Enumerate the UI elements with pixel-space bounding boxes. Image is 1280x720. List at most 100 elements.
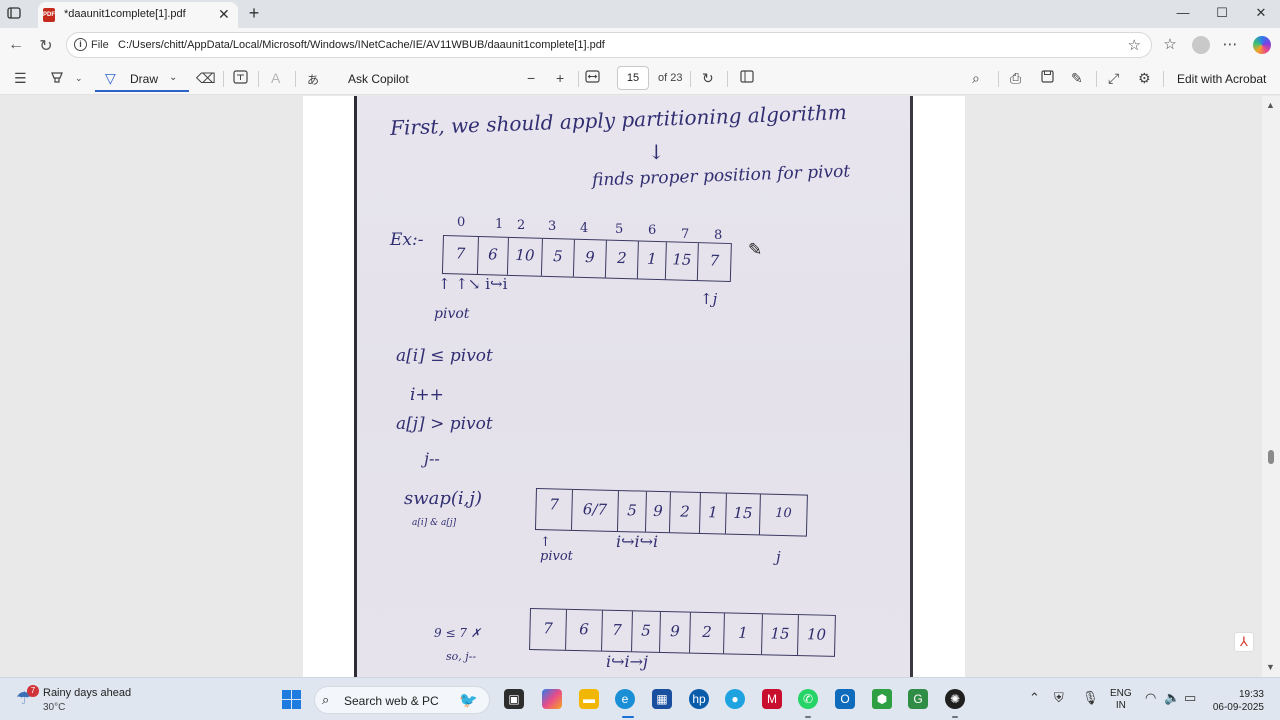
minimize-button[interactable]: — <box>1168 4 1198 22</box>
translate-icon[interactable]: あ <box>307 71 319 88</box>
battery-icon[interactable]: ▭ <box>1184 690 1196 706</box>
favorites-icon[interactable]: ☆ <box>1159 35 1181 53</box>
file-explorer-icon[interactable]: ▬ <box>579 689 599 709</box>
zoom-out-button[interactable]: − <box>527 70 535 86</box>
pdf-toolbar: ☰ ⌄ ▽ Draw ⌄ ⌫ A あ Ask Copilot − + 15 of… <box>0 62 1280 95</box>
array-cell: 10 <box>507 237 543 276</box>
tab-pdf[interactable]: PDF *daaunit1complete[1].pdf ✕ <box>38 2 238 28</box>
draw-button[interactable]: ▽ Draw ⌄ <box>95 66 189 92</box>
divider <box>727 71 728 87</box>
array-cell: 15 <box>665 242 699 281</box>
edge-browser-icon[interactable]: e <box>615 689 635 709</box>
clock[interactable]: 19:33 06-09-2025 <box>1204 688 1264 714</box>
favorite-star-icon[interactable]: ☆ <box>1128 36 1141 54</box>
taskbar-search[interactable]: ⌕ Search web & PC 🐦 <box>314 686 490 714</box>
eraser-icon[interactable]: ⌫ <box>196 70 216 87</box>
cube-app-icon[interactable]: ⬢ <box>872 689 892 709</box>
back-icon[interactable]: ← <box>5 36 27 54</box>
array-cell: 2 <box>669 492 701 534</box>
search-icon: ⌕ <box>322 692 330 707</box>
start-button[interactable] <box>282 690 301 709</box>
array-row-3: 7 6 7 5 9 2 1 15 10 <box>529 608 836 657</box>
scroll-down-icon[interactable]: ▼ <box>1266 662 1275 672</box>
array-row-2: 7 6/7 5 9 2 1 15 10 <box>534 488 808 537</box>
array-cell: 9 <box>645 491 671 533</box>
swap-sub-label: a[i] & a[j] <box>412 518 457 528</box>
ask-copilot-button[interactable]: Ask Copilot <box>348 72 409 86</box>
note-line-partitioning: First, we should apply partitioning algo… <box>389 100 848 140</box>
outlook-icon[interactable]: O <box>835 689 855 709</box>
array-cell: 6/7 <box>571 489 619 532</box>
whatsapp-icon[interactable]: ✆ <box>798 689 818 709</box>
scrollbar-thumb[interactable] <box>1268 450 1274 464</box>
contents-icon[interactable]: ☰ <box>14 70 27 87</box>
highlight-icon[interactable] <box>50 70 64 87</box>
save-icon[interactable] <box>1041 70 1054 86</box>
chatgpt-bubble-icon[interactable]: ● <box>725 689 745 709</box>
tray-security-icon[interactable]: ⛨ <box>1054 690 1064 706</box>
acrobat-icon[interactable]: ⅄ <box>1234 632 1254 652</box>
copilot-icon[interactable] <box>1253 36 1271 54</box>
tab-actions-icon[interactable] <box>6 5 26 23</box>
copilot-app-icon[interactable] <box>542 689 562 709</box>
swap-label: swap(i,j) <box>404 488 483 509</box>
page-number-input[interactable]: 15 <box>617 66 649 90</box>
zoom-in-button[interactable]: + <box>556 70 564 86</box>
chevron-down-icon: ⌄ <box>169 72 178 83</box>
refresh-icon[interactable]: ↻ <box>35 36 57 56</box>
pivot-label: pivot <box>434 306 470 322</box>
read-aloud-icon[interactable]: A <box>271 70 280 86</box>
array-cell: 5 <box>541 238 575 277</box>
hp-icon[interactable]: hp <box>689 689 709 709</box>
gfg-icon[interactable]: G <box>908 689 928 709</box>
array-cell: 1 <box>724 613 763 655</box>
array-cell: 7 <box>535 489 573 530</box>
array-cell: 1 <box>699 493 727 534</box>
new-tab-button[interactable]: + <box>244 3 264 24</box>
url-text[interactable]: C:/Users/chitt/AppData/Local/Microsoft/W… <box>118 39 605 51</box>
wifi-icon[interactable]: ◠ <box>1145 690 1156 706</box>
vertical-scrollbar[interactable]: ▲ ▼ <box>1262 96 1280 677</box>
save-as-icon[interactable]: ✎ <box>1071 70 1083 87</box>
search-icon[interactable]: ⌕ <box>972 70 980 87</box>
profile-avatar[interactable] <box>1192 36 1210 54</box>
scroll-up-icon[interactable]: ▲ <box>1266 100 1275 110</box>
weather-title[interactable]: Rainy days ahead <box>43 687 131 699</box>
print-icon[interactable]: ⎙ <box>1010 70 1021 87</box>
microphone-icon[interactable]: 🎙 <box>1082 690 1099 706</box>
index-label: 7 <box>681 227 690 242</box>
rule-j-decrement: j-- <box>424 449 440 468</box>
info-icon[interactable]: i <box>74 38 87 51</box>
tray-overflow-icon[interactable]: ⌃ <box>1029 690 1040 706</box>
pointer-marks: i↪i→j <box>606 652 649 671</box>
pdf-file-icon: PDF <box>43 8 55 22</box>
array-cell: 5 <box>617 491 647 532</box>
volume-icon[interactable]: 🔈 <box>1164 690 1180 706</box>
lang-bottom: IN <box>1115 700 1126 711</box>
pen-cursor-icon: ✎ <box>748 240 763 259</box>
language-indicator[interactable]: ENG IN <box>1110 688 1132 712</box>
rotate-icon[interactable]: ↻ <box>702 70 714 87</box>
mcafee-icon[interactable]: M <box>762 689 782 709</box>
store-icon[interactable]: ▦ <box>652 689 672 709</box>
array-cell: 9 <box>660 611 691 653</box>
fullscreen-icon[interactable]: ⤢ <box>1108 70 1119 87</box>
more-icon[interactable]: ⋯ <box>1219 35 1241 53</box>
task-view-icon[interactable]: ▣ <box>504 689 524 709</box>
array-cell: 15 <box>762 614 799 656</box>
close-tab-icon[interactable]: ✕ <box>218 6 230 23</box>
text-box-icon[interactable] <box>233 70 248 87</box>
fit-page-icon[interactable] <box>585 70 600 86</box>
weather-badge: 7 <box>27 685 39 697</box>
page-total-label: of 23 <box>658 72 683 84</box>
maximize-button[interactable]: ☐ <box>1207 4 1237 22</box>
draw-pen-icon: ▽ <box>105 70 116 86</box>
highlight-chevron-icon[interactable]: ⌄ <box>75 73 83 84</box>
window-close-button[interactable]: ✕ <box>1246 4 1276 22</box>
address-bar[interactable]: i File C:/Users/chitt/AppData/Local/Micr… <box>66 32 1152 58</box>
settings-gear-icon[interactable]: ⚙ <box>1138 70 1151 87</box>
chatgpt-icon[interactable]: ✺ <box>945 689 965 709</box>
page-view-icon[interactable] <box>740 70 754 86</box>
edit-with-acrobat-button[interactable]: Edit with Acrobat <box>1177 72 1266 86</box>
index-label: 4 <box>580 221 589 236</box>
